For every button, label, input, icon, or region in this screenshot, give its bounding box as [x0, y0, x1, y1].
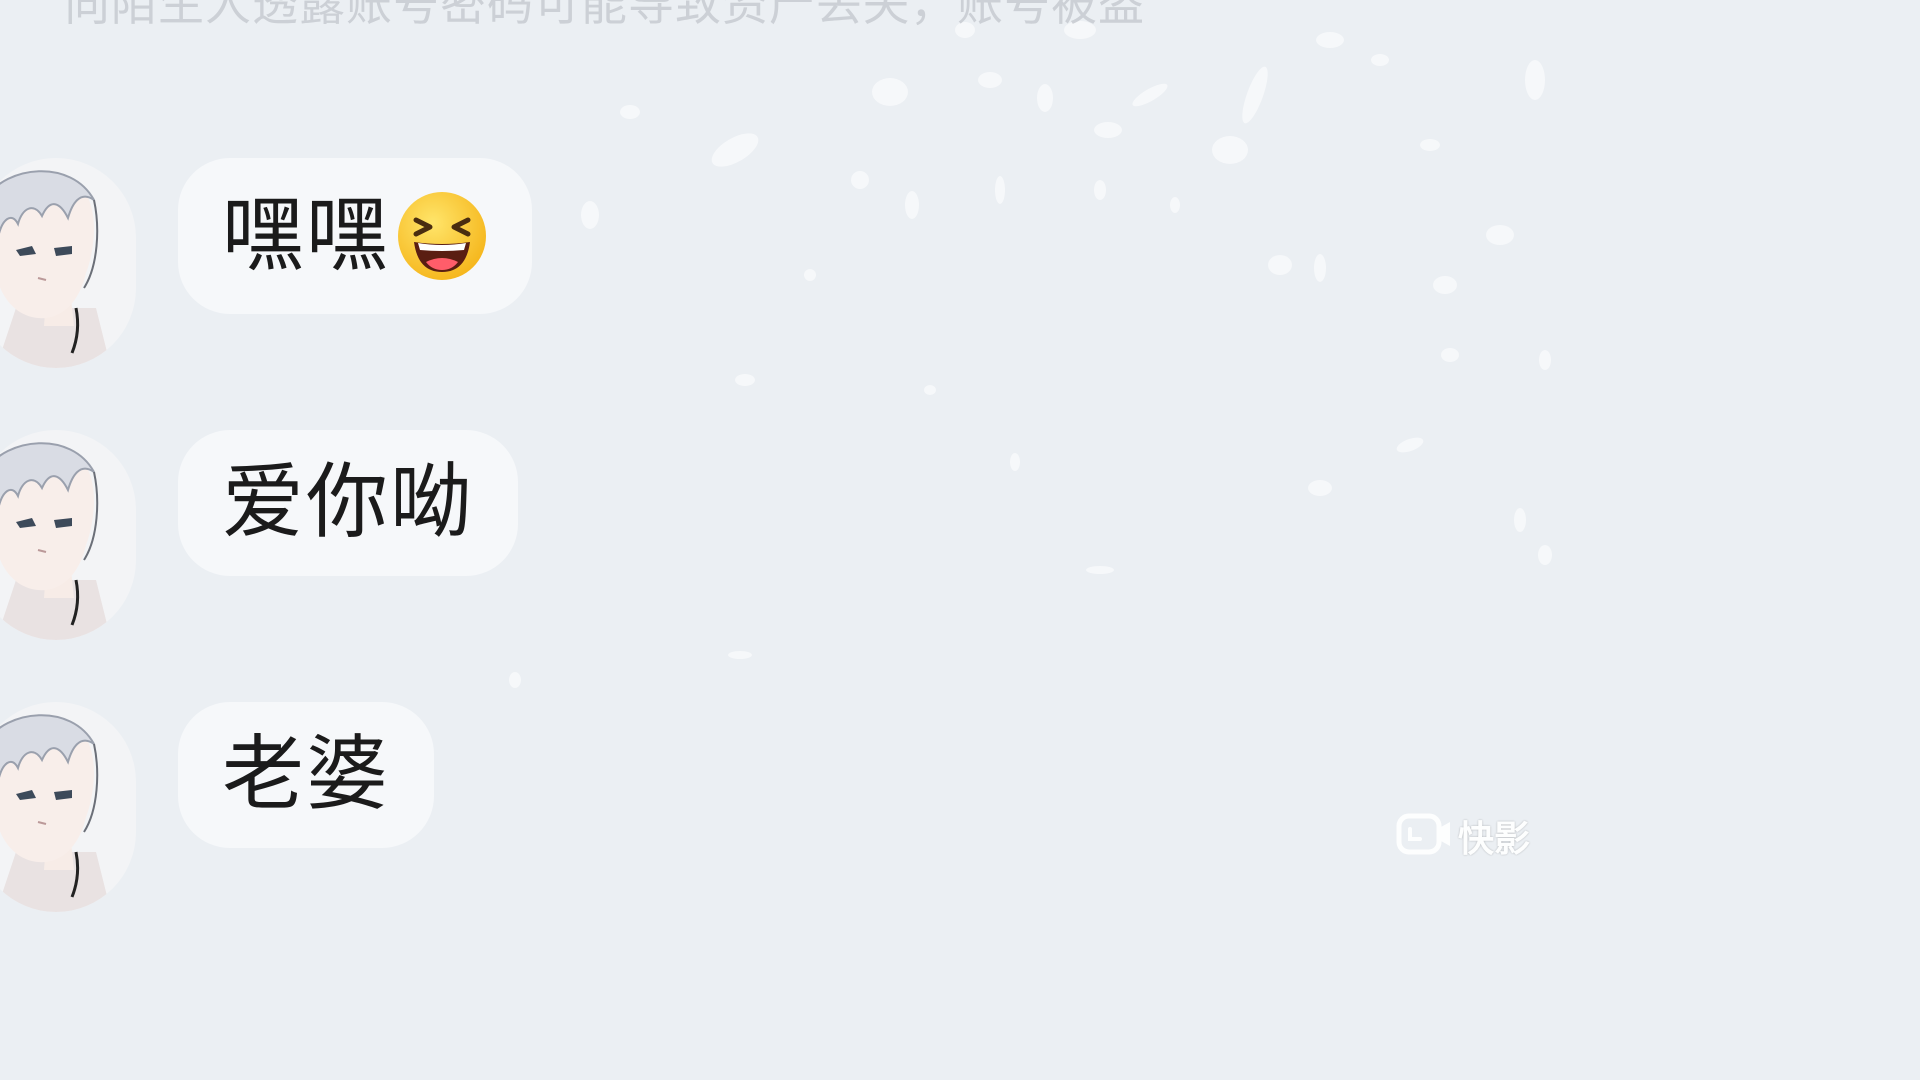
message-row: 老婆 [0, 702, 700, 912]
kuaiying-watermark: 快影 [1396, 810, 1530, 862]
message-text: 嘿嘿 [222, 188, 391, 283]
message-bubble[interactable]: 嘿嘿 [178, 158, 533, 314]
anime-avatar-icon [0, 430, 136, 640]
grinning-squinting-face-icon [396, 190, 488, 282]
message-row: 爱你呦 [0, 430, 700, 640]
message-text: 爱你呦 [222, 455, 475, 550]
avatar[interactable] [0, 430, 136, 640]
message-text: 老婆 [222, 727, 391, 822]
avatar[interactable] [0, 702, 136, 912]
message-bubble[interactable]: 爱你呦 [178, 430, 519, 576]
avatar[interactable] [0, 158, 136, 368]
anime-avatar-icon [0, 158, 136, 368]
message-row: 嘿嘿 [0, 158, 700, 368]
security-warning-notice: 向陌生人透露账号密码可能导致资产丢失，账号被盗 [64, 0, 1145, 31]
watermark-label: 快影 [1458, 819, 1531, 860]
message-bubble[interactable]: 老婆 [178, 702, 435, 848]
kuaiying-camera-icon [1396, 813, 1452, 859]
anime-avatar-icon [0, 702, 136, 912]
